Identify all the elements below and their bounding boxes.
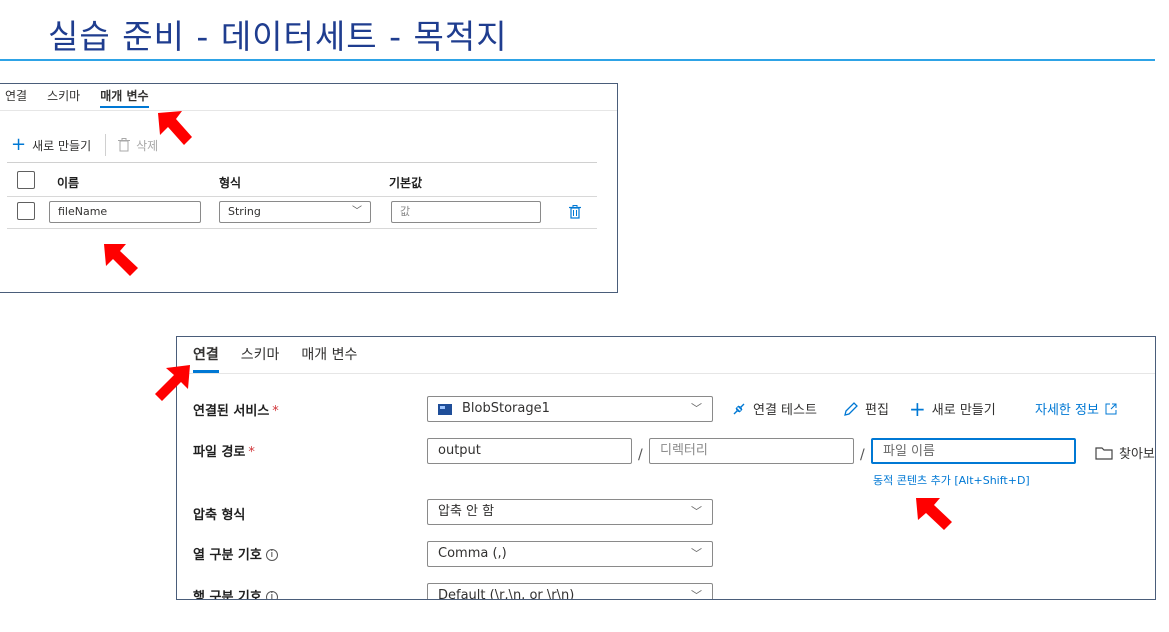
annotation-arrow [104, 244, 138, 276]
compression-value: 압축 안 함 [438, 504, 495, 519]
select-all-checkbox[interactable] [17, 171, 35, 189]
add-dynamic-content-link[interactable]: 동적 콘텐츠 추가 [Alt+Shift+D] [873, 472, 1030, 488]
new-linked-service-button[interactable]: + 새로 만들기 [909, 396, 996, 421]
tab-parameters[interactable]: 매개 변수 [100, 86, 149, 108]
column-header-type: 형식 [219, 176, 242, 190]
annotation-arrow [916, 498, 952, 530]
chevron-down-icon: ﹀ [691, 402, 702, 415]
compression-select[interactable]: 압축 안 함 ﹀ [427, 499, 713, 525]
tab-divider [0, 110, 617, 111]
column-header-name: 이름 [57, 176, 80, 190]
test-connection-button[interactable]: 연결 테스트 [731, 399, 817, 418]
slide-title: 실습 준비 - 데이터세트 - 목적지 [48, 17, 508, 56]
directory-input[interactable]: 디렉터리 [649, 438, 854, 464]
new-linked-service-label: 새로 만들기 [931, 403, 996, 418]
tab-schema[interactable]: 스키마 [47, 86, 80, 108]
file-path-label-text: 파일 경로 [193, 445, 246, 460]
parameters-grid-header: 이름 형식 기본값 [7, 168, 597, 196]
info-icon[interactable]: i [265, 591, 278, 599]
linked-service-label: 연결된 서비스 * [193, 400, 279, 419]
column-header-default: 기본값 [389, 176, 423, 190]
tab-schema[interactable]: 스키마 [241, 343, 280, 373]
compression-label: 압축 형식 [193, 508, 246, 523]
chevron-down-icon: ﹀ [691, 589, 702, 600]
path-separator: / [860, 447, 865, 463]
parameter-default-input[interactable]: 값 [391, 201, 541, 223]
linked-service-label-text: 연결된 서비스 [193, 404, 270, 419]
tab-connection[interactable]: 연결 [5, 86, 27, 108]
test-connection-label: 연결 테스트 [753, 403, 817, 418]
plus-icon: + [11, 134, 27, 155]
edit-button[interactable]: 편집 [843, 399, 889, 418]
row-delimiter-select[interactable]: Default (\r,\n, or \r\n) ﹀ [427, 583, 713, 600]
browse-button[interactable]: 찾아보 [1095, 443, 1155, 462]
more-info-link[interactable]: 자세한 정보 [1035, 399, 1117, 418]
external-link-icon [1105, 403, 1117, 414]
plug-icon [733, 403, 745, 414]
required-marker: * [272, 404, 279, 419]
container-input[interactable]: output [427, 438, 632, 464]
column-delimiter-label-text: 열 구분 기호 [193, 548, 262, 563]
parameter-name-input[interactable]: fileName [49, 201, 201, 223]
linked-service-value: BlobStorage1 [462, 401, 550, 416]
blob-storage-icon [438, 404, 452, 415]
chevron-down-icon: ﹀ [691, 547, 702, 560]
connection-panel: 연결 스키마 매개 변수 연결된 서비스 * BlobStorage1 ﹀ 연결 … [176, 336, 1156, 600]
column-delimiter-label: 열 구분 기호 i [193, 544, 278, 563]
chevron-down-icon: ﹀ [691, 505, 702, 518]
tab-parameters[interactable]: 매개 변수 [301, 343, 357, 373]
column-delimiter-select[interactable]: Comma (,) ﹀ [427, 541, 713, 567]
plus-icon: + [909, 396, 926, 421]
path-separator: / [638, 447, 643, 463]
toolbar-divider [105, 134, 107, 156]
chevron-down-icon: ﹀ [352, 206, 362, 217]
title-underline [0, 59, 1155, 61]
file-path-label: 파일 경로 * [193, 441, 255, 460]
row-delimiter-value: Default (\r,\n, or \r\n) [438, 588, 575, 600]
tab-divider [177, 373, 1155, 374]
connection-tabs: 연결 스키마 매개 변수 [193, 343, 357, 373]
more-info-label: 자세한 정보 [1035, 403, 1099, 418]
file-name-input[interactable]: 파일 이름 [871, 438, 1076, 464]
parameters-panel: 연결 스키마 매개 변수 + 새로 만들기 삭제 이름 형식 기본값 fileN… [0, 83, 618, 293]
row-delimiter-label-text: 행 구분 기호 [193, 590, 262, 600]
pencil-icon [844, 401, 858, 416]
trash-icon [118, 138, 131, 152]
toolbar-bottom-divider [7, 162, 597, 163]
annotation-arrow [158, 111, 192, 145]
header-divider [7, 196, 597, 197]
new-parameter-button[interactable]: + 새로 만들기 [11, 134, 92, 155]
linked-service-select[interactable]: BlobStorage1 ﹀ [427, 396, 713, 422]
edit-label: 편집 [865, 403, 889, 418]
parameters-tabs: 연결 스키마 매개 변수 [5, 86, 149, 110]
parameter-type-value: String [228, 205, 261, 218]
browse-label: 찾아보 [1119, 447, 1155, 462]
required-marker: * [248, 445, 255, 460]
column-delimiter-value: Comma (,) [438, 546, 507, 561]
folder-icon [1095, 446, 1113, 460]
new-parameter-label: 새로 만들기 [32, 138, 92, 153]
row-delimiter-label: 행 구분 기호 i [193, 586, 278, 600]
annotation-arrow [155, 365, 190, 401]
parameters-toolbar: + 새로 만들기 삭제 [11, 134, 158, 156]
info-icon[interactable]: i [265, 549, 278, 561]
row-divider [7, 228, 597, 229]
parameter-type-select[interactable]: String ﹀ [219, 201, 371, 223]
row-checkbox[interactable] [17, 202, 35, 220]
delete-row-icon[interactable] [569, 205, 581, 219]
tab-connection[interactable]: 연결 [193, 343, 219, 373]
